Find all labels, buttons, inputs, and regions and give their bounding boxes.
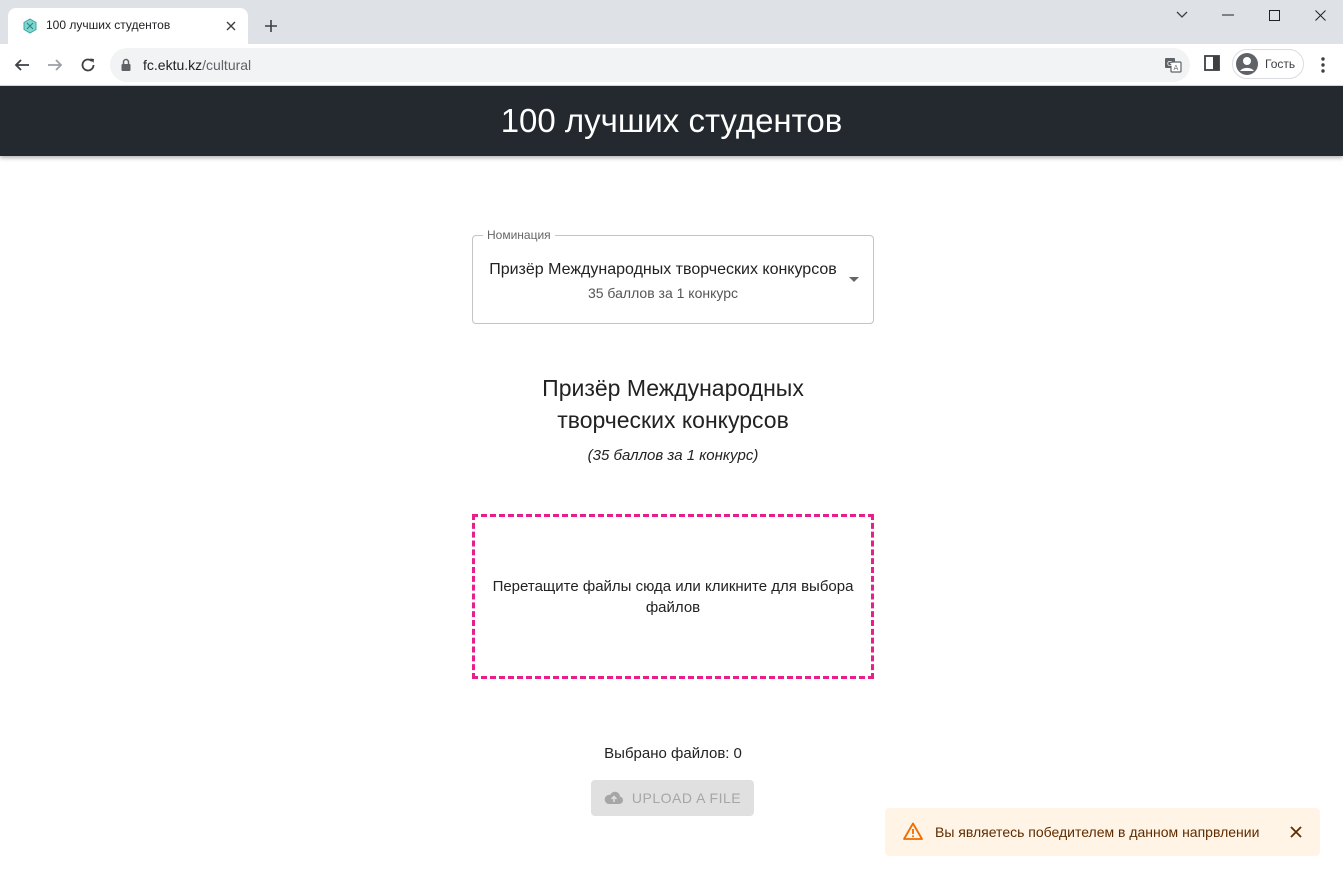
- dropzone-text-line2: файлов: [645, 598, 701, 616]
- maximize-icon[interactable]: [1251, 0, 1297, 30]
- tab-title: 100 лучших студентов: [46, 18, 171, 32]
- browser-menu-icon[interactable]: [1313, 53, 1333, 77]
- browser-toolbar: fc.ektu.kz/cultural GA Гость: [0, 44, 1343, 86]
- files-selected-count: 0: [733, 745, 742, 762]
- address-bar[interactable]: fc.ektu.kz/cultural GA: [110, 48, 1190, 82]
- toast-message: Вы являетесь победителем в данном напрвл…: [935, 824, 1260, 840]
- avatar-icon: [1236, 53, 1258, 75]
- reload-icon[interactable]: [74, 51, 102, 79]
- tab-search-chevron-icon[interactable]: [1159, 0, 1205, 30]
- dropzone-text: Перетащите файлы сюда или кликните для в…: [478, 576, 868, 618]
- translate-icon[interactable]: GA: [1164, 56, 1182, 74]
- minimize-icon[interactable]: [1205, 0, 1251, 30]
- page-title: 100 лучших студентов: [500, 102, 843, 139]
- side-panel-icon[interactable]: [1203, 54, 1221, 72]
- nomination-points: (35 баллов за 1 конкурс): [587, 447, 759, 464]
- warning-toast: Вы являетесь победителем в данном напрвл…: [885, 808, 1320, 856]
- nomination-select[interactable]: Номинация Призёр Международных творчески…: [472, 228, 874, 324]
- toast-close-icon[interactable]: [1288, 824, 1304, 840]
- browser-tab-strip: 100 лучших студентов: [0, 0, 1343, 44]
- new-tab-plus-icon[interactable]: [258, 13, 284, 39]
- files-selected-label: Выбрано файлов:: [604, 745, 730, 762]
- site-favicon-icon: [23, 18, 37, 34]
- url-text: fc.ektu.kz/cultural: [143, 57, 252, 73]
- upload-button-label: UPLOAD A FILE: [631, 790, 742, 806]
- nomination-heading-line2: творческих конкурсов: [557, 407, 789, 433]
- file-dropzone[interactable]: Перетащите файлы сюда или кликните для в…: [472, 514, 874, 679]
- dropdown-arrow-icon: [849, 277, 859, 282]
- upload-file-button[interactable]: UPLOAD A FILE: [591, 780, 754, 816]
- tab-close-icon[interactable]: [222, 17, 240, 35]
- lock-icon: [121, 58, 131, 71]
- svg-text:A: A: [1174, 64, 1179, 72]
- forward-arrow-icon[interactable]: [41, 51, 69, 79]
- window-close-icon[interactable]: [1297, 0, 1343, 30]
- profile-button[interactable]: Гость: [1232, 49, 1304, 79]
- profile-label: Гость: [1265, 57, 1296, 71]
- nomination-selected-title: Призёр Международных творческих конкурсо…: [489, 261, 837, 278]
- page-header: 100 лучших студентов: [0, 86, 1343, 156]
- dropzone-text-line1: Перетащите файлы сюда или кликните для в…: [492, 577, 854, 595]
- browser-tab[interactable]: 100 лучших студентов: [8, 8, 248, 44]
- nomination-heading-line1: Призёр Международных: [542, 375, 804, 401]
- warning-icon: [903, 822, 923, 840]
- nomination-selected-points: 35 баллов за 1 конкурс: [587, 285, 739, 301]
- back-arrow-icon[interactable]: [8, 51, 36, 79]
- files-selected-status: Выбрано файлов: 0: [472, 745, 874, 762]
- nomination-select-label: Номинация: [483, 228, 555, 242]
- nomination-heading: Призёр Международных творческих конкурсо…: [472, 372, 874, 436]
- cloud-upload-icon: [604, 791, 623, 804]
- svg-text:G: G: [1167, 60, 1172, 68]
